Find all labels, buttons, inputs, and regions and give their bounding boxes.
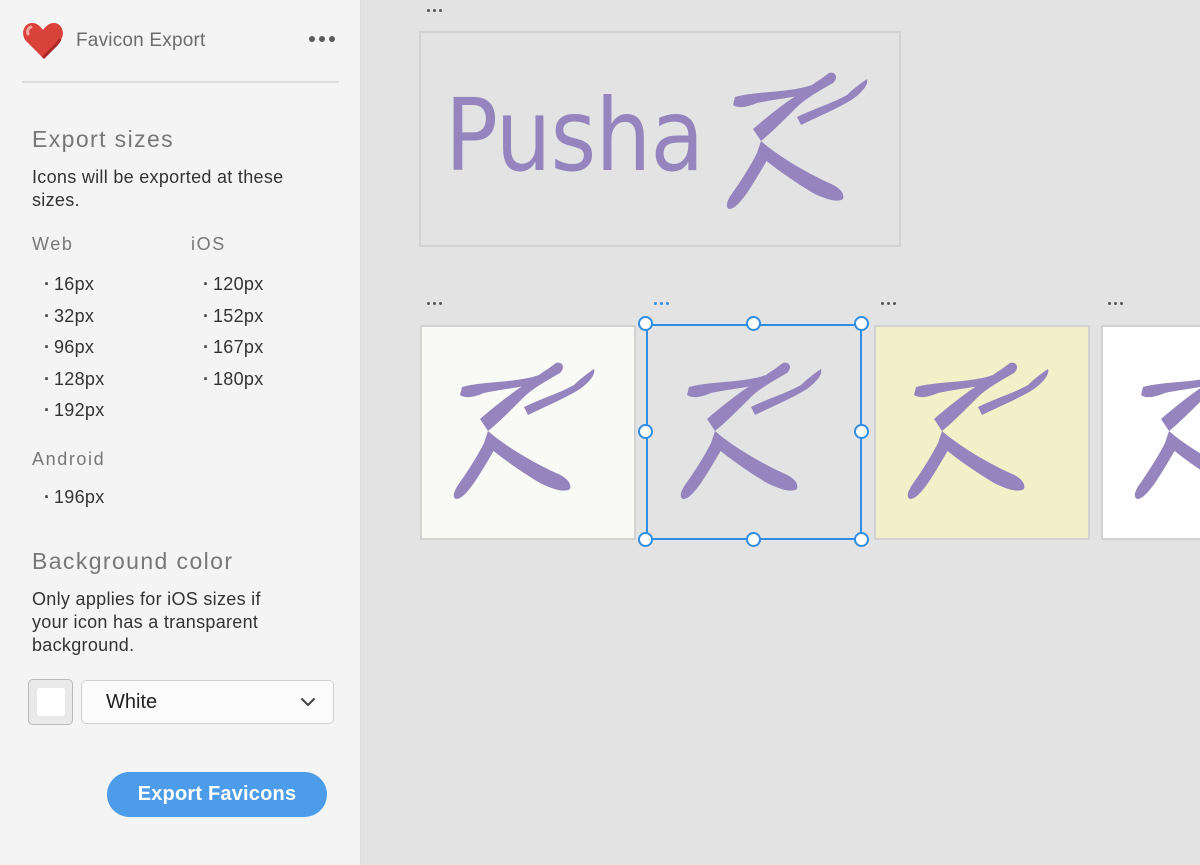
- resize-handle-bottom-right[interactable]: [854, 532, 869, 547]
- background-color-heading: Background color: [32, 548, 234, 574]
- more-horizontal-icon: [309, 36, 315, 42]
- header-divider: [22, 81, 339, 83]
- favicon-export-panel: Favicon Export Export sizes Icons will b…: [0, 0, 361, 865]
- export-sizes-heading: Export sizes: [32, 126, 175, 152]
- icon-artboard-2[interactable]: [647, 325, 863, 540]
- artboard-menu-1[interactable]: [427, 302, 442, 305]
- plugin-title: Favicon Export: [76, 30, 206, 51]
- k-logo-mark: [453, 362, 595, 499]
- color-swatch[interactable]: [28, 679, 73, 725]
- list-item: 16px: [44, 269, 105, 301]
- artboard-menu-3[interactable]: [881, 302, 896, 305]
- design-canvas[interactable]: Pusha: [361, 0, 1200, 865]
- resize-handle-bottom-left[interactable]: [638, 532, 653, 547]
- k-logo-mark: [1134, 362, 1200, 499]
- export-favicons-button[interactable]: Export Favicons: [107, 772, 327, 817]
- resize-handle-bottom[interactable]: [746, 532, 761, 547]
- chevron-down-icon: [301, 698, 315, 706]
- k-logo-mark: [680, 362, 822, 499]
- resize-handle-left[interactable]: [638, 424, 653, 439]
- k-logo-mark: [907, 362, 1049, 499]
- export-sizes-description: Icons will be exported at these sizes.: [32, 167, 284, 210]
- ios-size-list: 120px 152px 167px 180px: [203, 269, 264, 395]
- list-item: 96px: [44, 332, 105, 364]
- more-options-button[interactable]: [304, 26, 340, 52]
- list-item: 128px: [44, 364, 105, 396]
- resize-handle-right[interactable]: [854, 424, 869, 439]
- list-item: 196px: [44, 482, 105, 514]
- background-color-description: Only applies for iOS sizes if your icon …: [32, 589, 261, 655]
- background-color-select[interactable]: White: [81, 680, 334, 724]
- icon-artboard-1[interactable]: [420, 325, 636, 540]
- android-group-title: Android: [32, 449, 106, 469]
- color-swatch-fill: [37, 688, 65, 716]
- k-logo-mark: [726, 72, 868, 209]
- artboard-menu-2[interactable]: [654, 302, 669, 305]
- android-size-list: 196px: [44, 482, 105, 514]
- artboard-logo[interactable]: Pusha: [419, 31, 901, 247]
- list-item: 167px: [203, 332, 264, 364]
- list-item: 152px: [203, 301, 264, 333]
- artboard-menu-logo[interactable]: [427, 9, 442, 12]
- web-size-list: 16px 32px 96px 128px 192px: [44, 269, 105, 427]
- icon-artboard-3[interactable]: [874, 325, 1090, 540]
- resize-handle-top[interactable]: [746, 316, 761, 331]
- ios-group-title: iOS: [191, 234, 226, 254]
- logo-text: Pusha: [445, 77, 704, 194]
- heart-icon: [23, 23, 63, 60]
- web-group-title: Web: [32, 234, 74, 254]
- list-item: 120px: [203, 269, 264, 301]
- list-item: 32px: [44, 301, 105, 333]
- artboard-menu-4[interactable]: [1108, 302, 1123, 305]
- list-item: 180px: [203, 364, 264, 396]
- icon-artboard-4[interactable]: [1101, 325, 1200, 540]
- panel-header: Favicon Export: [0, 0, 361, 82]
- resize-handle-top-left[interactable]: [638, 316, 653, 331]
- resize-handle-top-right[interactable]: [854, 316, 869, 331]
- selected-color-value: White: [106, 691, 158, 713]
- list-item: 192px: [44, 395, 105, 427]
